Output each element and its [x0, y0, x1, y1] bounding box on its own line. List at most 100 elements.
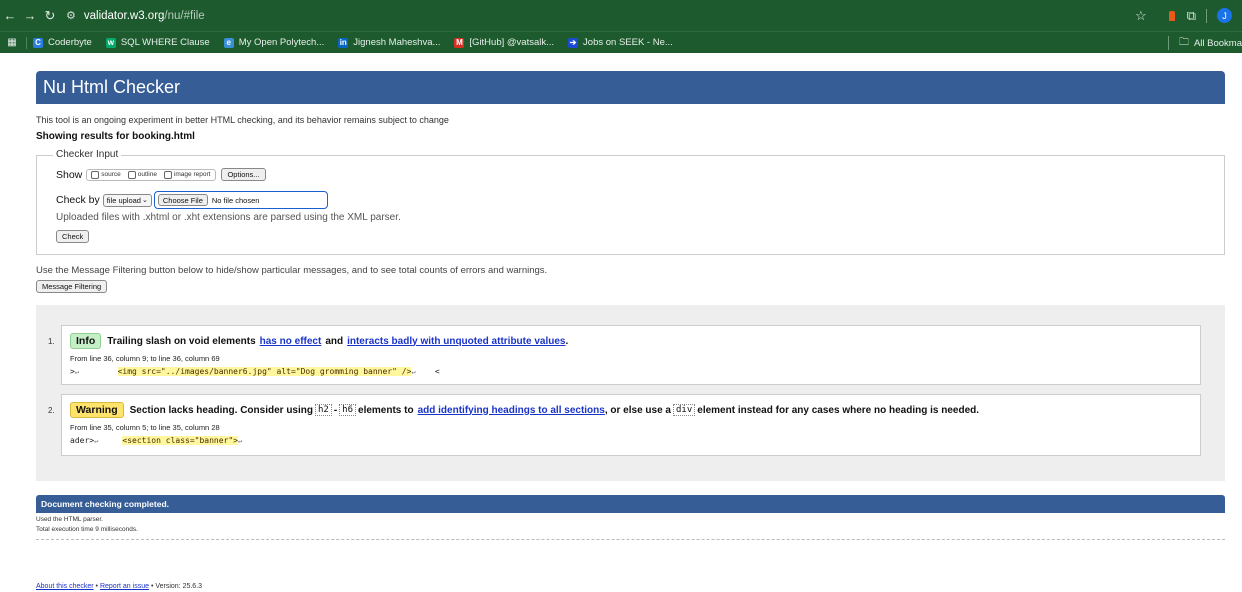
page-title: Nu Html Checker: [36, 71, 1225, 104]
source-checkbox-label[interactable]: source: [101, 171, 121, 178]
show-options-row: Show source outline image report Options…: [56, 168, 266, 181]
bookmarks-divider: [1167, 36, 1169, 50]
message-filtering-button[interactable]: Message Filtering: [36, 280, 108, 293]
url-path: /nu/#file: [164, 9, 205, 22]
page-content: Nu Html Checker This tool is an ongoing …: [36, 71, 1225, 540]
polytech-icon: e: [223, 37, 234, 48]
source-highlight: <img src="../images/banner6.jpg" alt="Do…: [117, 367, 412, 376]
divider: [36, 539, 1225, 540]
choose-file-button[interactable]: Choose File: [157, 194, 208, 206]
seek-icon: ➔: [568, 37, 579, 48]
bookmark-label: Coderbyte: [48, 37, 92, 48]
checker-input-fieldset: Checker Input Show source outline image …: [36, 149, 1225, 255]
message-number: 1.: [48, 337, 55, 346]
execution-time-text: Total execution time 9 milliseconds.: [36, 526, 138, 533]
file-input[interactable]: Choose File No file chosen: [153, 191, 328, 209]
line-break-icon: ↵: [238, 437, 243, 445]
check-by-select[interactable]: file upload ⌄: [102, 193, 152, 207]
message-text: , or else use a: [604, 404, 671, 416]
bookmark-label: [GitHub] @vatsalk...: [469, 37, 555, 48]
bookmark-label: Jobs on SEEK - Ne...: [583, 37, 673, 48]
checker-input-legend: Checker Input: [53, 149, 122, 160]
add-identifying-headings-link[interactable]: add identifying headings to all sections: [418, 405, 605, 416]
check-by-value: file upload: [106, 195, 141, 205]
check-by-label: Check by: [56, 194, 100, 206]
has-no-effect-link[interactable]: has no effect: [260, 336, 322, 347]
reload-icon[interactable]: ↻: [40, 8, 60, 24]
completion-bar: Document checking completed.: [36, 495, 1225, 513]
unquoted-attribute-values-link[interactable]: interacts badly with unquoted attribute …: [347, 336, 565, 347]
browser-toolbar: ← → ↻ ⚙ validator.w3.org /nu/#file ☆ ⧉ J: [0, 0, 1242, 31]
bookmark-star-icon[interactable]: ☆: [1135, 8, 1147, 24]
source-highlight: <section class="banner">: [122, 436, 238, 445]
source-extract: >↵ <img src="../images/banner6.jpg" alt=…: [62, 363, 1200, 376]
code-h2: h2: [314, 404, 332, 416]
info-badge: Info: [70, 333, 102, 349]
message-text: element instead for any cases where no h…: [697, 404, 980, 416]
image-report-checkbox[interactable]: [163, 170, 172, 179]
line-break-icon: ↵: [411, 368, 416, 376]
apps-grid-icon[interactable]: ▦: [2, 37, 22, 48]
bookmark-item[interactable]: in Jignesh Maheshva...: [338, 37, 440, 48]
message-text: Trailing slash on void elements: [107, 335, 256, 347]
folder-icon: 🗀: [1178, 36, 1189, 48]
intro-text: This tool is an ongoing experiment in be…: [36, 115, 449, 125]
bookmark-label: My Open Polytech...: [238, 37, 325, 48]
profile-avatar[interactable]: J: [1217, 8, 1232, 23]
about-checker-link[interactable]: About this checker: [36, 583, 94, 590]
showing-results-heading: Showing results for booking.html: [36, 131, 195, 142]
outline-checkbox[interactable]: [127, 170, 136, 179]
extension-icon[interactable]: [1168, 10, 1175, 21]
message-warning: 2. Warning Section lacks heading. Consid…: [48, 394, 1201, 456]
version-text: • Version: 25.6.3: [150, 583, 203, 590]
message-info: 1. Info Trailing slash on void elements …: [48, 325, 1201, 385]
bookmark-item[interactable]: C Coderbyte: [33, 37, 92, 48]
message-location: From line 36, column 9; to line 36, colu…: [70, 354, 220, 363]
linkedin-icon: in: [338, 37, 349, 48]
bookmark-item[interactable]: ➔ Jobs on SEEK - Ne...: [568, 37, 673, 48]
footer: About this checker • Report an issue • V…: [36, 583, 202, 590]
bookmark-item[interactable]: M [GitHub] @vatsalk...: [454, 37, 554, 48]
message-text: .: [565, 335, 569, 347]
bookmarks-divider: [26, 36, 27, 49]
parser-used-text: Used the HTML parser.: [36, 516, 103, 523]
message-heading: Warning Section lacks heading. Consider …: [62, 395, 1200, 418]
code-h6: h6: [339, 404, 357, 416]
check-button[interactable]: Check: [56, 230, 90, 243]
site-settings-icon[interactable]: ⚙: [66, 9, 76, 22]
xml-parser-note: Uploaded files with .xhtml or .xht exten…: [56, 212, 401, 223]
url-host: validator.w3.org: [83, 9, 165, 22]
message-number: 2.: [48, 406, 55, 415]
gmail-icon: M: [454, 37, 465, 48]
code-div: div: [673, 404, 696, 416]
footer-separator: •: [95, 583, 98, 590]
image-report-checkbox-label[interactable]: image report: [174, 171, 211, 178]
message-text: -: [333, 404, 338, 416]
address-bar[interactable]: ⚙ validator.w3.org /nu/#file: [66, 9, 205, 23]
toolbar-divider: [1206, 8, 1207, 23]
source-context: <: [434, 367, 440, 376]
bookmark-item[interactable]: w SQL WHERE Clause: [105, 37, 210, 48]
report-issue-link[interactable]: Report an issue: [100, 583, 149, 590]
bookmarks-bar: ▦ C Coderbyte w SQL WHERE Clause e My Open Po…: [0, 31, 1242, 53]
outline-checkbox-label[interactable]: outline: [138, 171, 157, 178]
warning-badge: Warning: [70, 402, 124, 418]
source-checkbox[interactable]: [91, 170, 100, 179]
all-bookmarks-link[interactable]: All Bookma: [1194, 38, 1242, 49]
bookmark-item[interactable]: e My Open Polytech...: [223, 37, 325, 48]
back-arrow-icon[interactable]: ←: [0, 8, 20, 23]
forward-arrow-icon[interactable]: →: [20, 8, 40, 23]
chevron-down-icon: ⌄: [141, 197, 148, 204]
line-break-icon: ↵: [94, 437, 99, 445]
line-break-icon: ↵: [74, 368, 80, 376]
message-text: and: [325, 335, 344, 347]
options-button[interactable]: Options...: [221, 168, 266, 181]
message-filtering-hint: Use the Message Filtering button below t…: [36, 265, 548, 276]
bookmark-label: SQL WHERE Clause: [120, 37, 210, 48]
extensions-puzzle-icon[interactable]: ⧉: [1187, 8, 1196, 24]
source-context: ader>: [70, 436, 95, 445]
source-extract: ader>↵ <section class="banner">↵: [62, 432, 1200, 445]
w3schools-icon: w: [105, 37, 116, 48]
check-by-row: Check by file upload ⌄ Choose File No fi…: [56, 191, 328, 209]
message-heading: Info Trailing slash on void elements has…: [62, 326, 1200, 349]
